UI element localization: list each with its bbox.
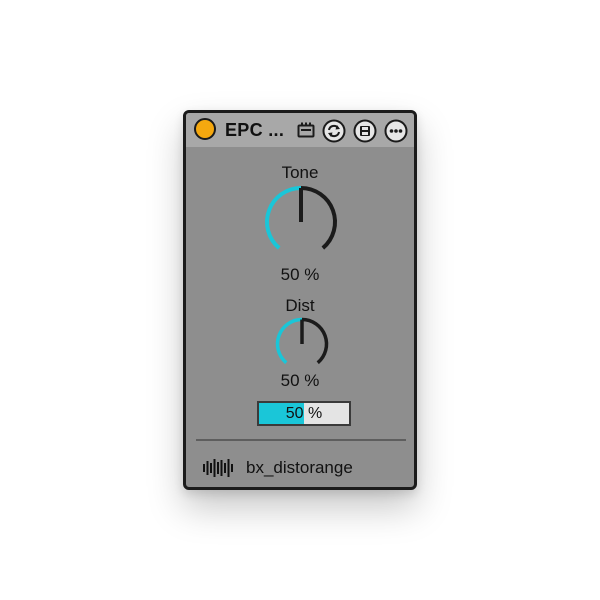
dist-value: 50 %: [280, 371, 320, 390]
device-panel: EPC ... Tone 50 % Dist 50 % 50 % bx_dist…: [183, 110, 417, 490]
more-icon[interactable]: [384, 119, 408, 143]
midi-map-icon[interactable]: [297, 122, 315, 138]
save-icon[interactable]: [353, 119, 377, 143]
dist-knob-track: [301, 317, 329, 365]
refresh-icon[interactable]: [322, 119, 346, 143]
divider: [196, 439, 406, 441]
tone-value: 50 %: [280, 265, 320, 284]
device-name: EPC ...: [225, 120, 285, 140]
waveform-icon: [203, 459, 233, 477]
device-power-button[interactable]: [194, 118, 216, 140]
tone-knob-track: [300, 186, 337, 250]
dist-label: Dist: [285, 296, 315, 315]
plugin-name: bx_distorange: [246, 458, 353, 477]
tone-label: Tone: [281, 163, 319, 182]
tone-knob[interactable]: [263, 184, 339, 260]
device-title-bar[interactable]: EPC ...: [186, 113, 414, 147]
mix-slider[interactable]: 50 %: [257, 401, 351, 426]
tone-knob-value-arc: [265, 186, 302, 250]
device-content: Tone 50 % Dist 50 % 50 % bx_distorange: [191, 150, 409, 485]
mix-slider-value: 50 %: [285, 405, 323, 422]
dist-knob-value-arc: [275, 317, 303, 365]
dist-knob[interactable]: [274, 316, 330, 372]
